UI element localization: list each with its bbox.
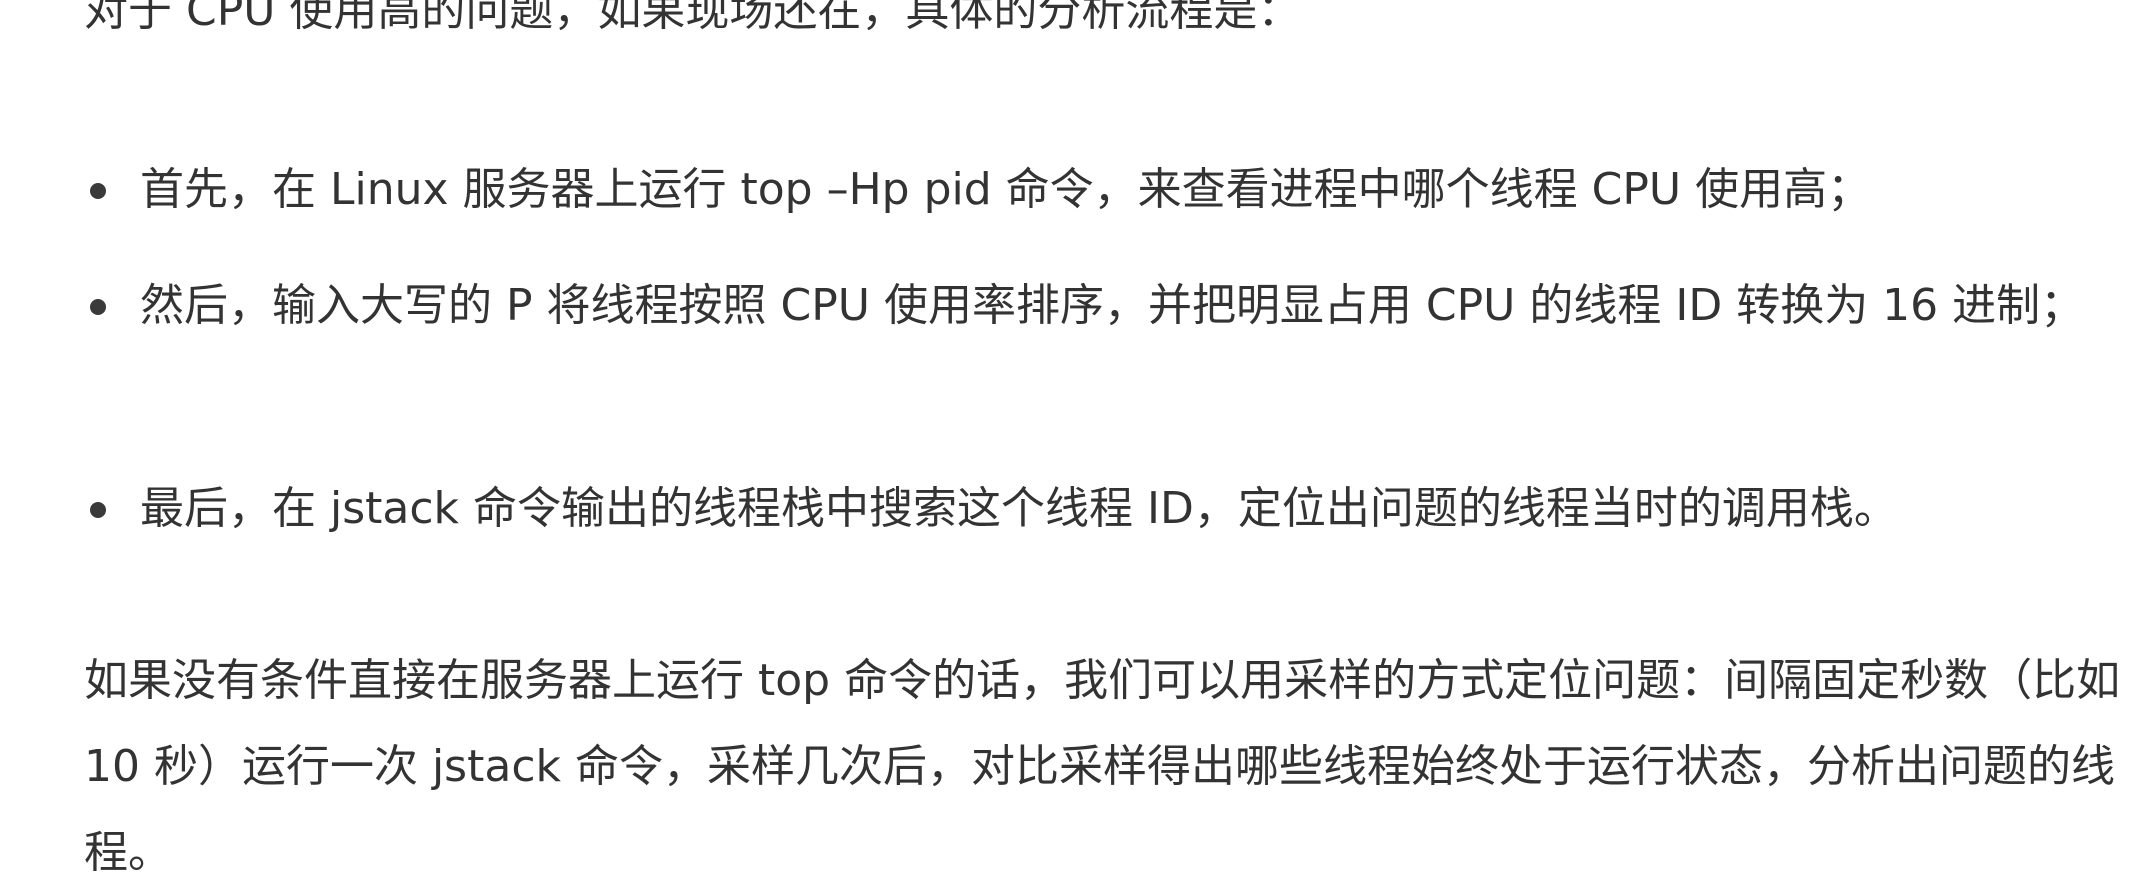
list-item: 首先，在 Linux 服务器上运行 top –Hp pid 命令，来查看进程中哪… (84, 147, 2124, 233)
bullet-dot-icon (90, 183, 106, 199)
article-content: 对于 CPU 使用高的问题，如果现场还在，具体的分析流程是： 首先，在 Linu… (84, 0, 2124, 876)
list-item: 最后，在 jstack 命令输出的线程栈中搜索这个线程 ID，定位出问题的线程当… (84, 466, 2124, 552)
list-item-text: 最后，在 jstack 命令输出的线程栈中搜索这个线程 ID，定位出问题的线程当… (140, 483, 1898, 534)
intro-paragraph: 对于 CPU 使用高的问题，如果现场还在，具体的分析流程是： (84, 0, 1302, 36)
list-item-text: 首先，在 Linux 服务器上运行 top –Hp pid 命令，来查看进程中哪… (140, 164, 1872, 215)
list-item: 然后，输入大写的 P 将线程按照 CPU 使用率排序，并把明显占用 CPU 的线… (84, 263, 2124, 349)
list-item-text: 然后，输入大写的 P 将线程按照 CPU 使用率排序，并把明显占用 CPU 的线… (140, 280, 2085, 331)
bullet-dot-icon (90, 299, 106, 315)
bullet-dot-icon (90, 502, 106, 518)
sampling-paragraph: 如果没有条件直接在服务器上运行 top 命令的话，我们可以用采样的方式定位问题：… (84, 655, 2121, 876)
